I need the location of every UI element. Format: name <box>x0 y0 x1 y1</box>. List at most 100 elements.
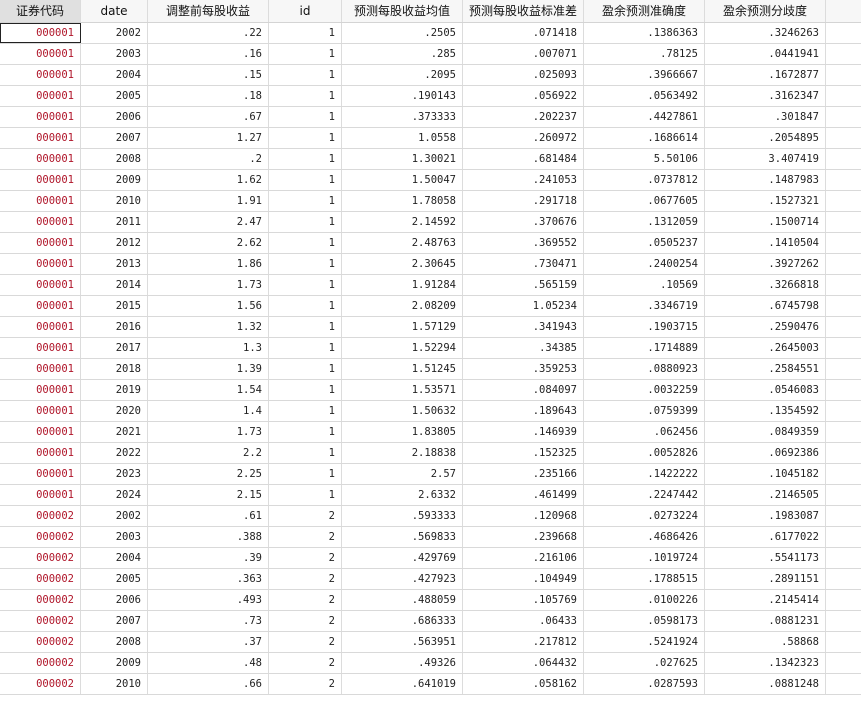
table-row[interactable]: 000001 2013 1.86 1 2.30645.730471.2400254.39… <box>0 254 861 275</box>
column-header-forecast-eps-std[interactable]: 预测每股收益标准差 <box>463 0 584 22</box>
table-cell[interactable]: 1 <box>269 254 342 274</box>
table-cell[interactable]: 1 <box>269 275 342 295</box>
table-cell[interactable]: 2020 <box>81 401 148 421</box>
table-cell[interactable]: .1487983 <box>705 170 826 190</box>
table-cell[interactable]: 1.73 <box>148 422 269 442</box>
table-cell[interactable]: 2.08209 <box>342 296 463 316</box>
table-cell[interactable]: 2012 <box>81 233 148 253</box>
table-cell[interactable]: 000002 <box>0 569 81 589</box>
table-row[interactable]: 000001 2008.2 1 1.30021.681484 5.50106 3.4074… <box>0 149 861 170</box>
table-cell[interactable]: 000001 <box>0 23 81 43</box>
table-cell[interactable]: .2095 <box>342 65 463 85</box>
table-cell[interactable]: 000001 <box>0 233 81 253</box>
table-cell[interactable]: .563951 <box>342 632 463 652</box>
table-cell[interactable]: .1019724 <box>584 548 705 568</box>
table-cell[interactable]: .058162 <box>463 674 584 694</box>
table-cell[interactable]: .190143 <box>342 86 463 106</box>
table-row[interactable]: 000002 2006.493 2.488059.105769.0100226.21… <box>0 590 861 611</box>
table-cell[interactable]: .427923 <box>342 569 463 589</box>
table-cell[interactable]: 1 <box>269 149 342 169</box>
table-cell[interactable]: 000001 <box>0 338 81 358</box>
table-cell[interactable]: .2505 <box>342 23 463 43</box>
table-cell[interactable]: 2013 <box>81 254 148 274</box>
table-cell[interactable]: 000001 <box>0 107 81 127</box>
table-cell[interactable]: 1.51245 <box>342 359 463 379</box>
table-cell[interactable]: .569833 <box>342 527 463 547</box>
table-cell[interactable]: .0598173 <box>584 611 705 631</box>
table-cell[interactable]: .1672877 <box>705 65 826 85</box>
table-cell[interactable]: 2005 <box>81 86 148 106</box>
table-cell[interactable]: 000001 <box>0 485 81 505</box>
table-row[interactable]: 000001 2011 2.47 1 2.14592.370676.1312059.15… <box>0 212 861 233</box>
table-cell[interactable]: 000001 <box>0 128 81 148</box>
table-cell[interactable]: .34385 <box>463 338 584 358</box>
table-cell[interactable]: 000001 <box>0 212 81 232</box>
table-cell[interactable]: .37 <box>148 632 269 652</box>
table-cell[interactable]: 000001 <box>0 65 81 85</box>
table-row[interactable]: 000001 2017 1.3 1 1.52294.34385.1714889.2645… <box>0 338 861 359</box>
table-row[interactable]: 000002 2003.388 2.569833.239668.4686426.61… <box>0 527 861 548</box>
table-cell[interactable]: 1.91 <box>148 191 269 211</box>
table-cell[interactable]: .681484 <box>463 149 584 169</box>
table-cell[interactable]: .071418 <box>463 23 584 43</box>
table-cell[interactable]: 2022 <box>81 443 148 463</box>
table-cell[interactable]: 1.86 <box>148 254 269 274</box>
table-cell[interactable]: .202237 <box>463 107 584 127</box>
table-cell[interactable]: 2010 <box>81 191 148 211</box>
table-row[interactable]: 000001 2012 2.62 1 2.48763.369552.0505237.14… <box>0 233 861 254</box>
table-row[interactable]: 000002 2008.37 2.563951.217812.5241924.588… <box>0 632 861 653</box>
table-cell[interactable]: .0881248 <box>705 674 826 694</box>
table-cell[interactable]: 000001 <box>0 86 81 106</box>
table-cell[interactable]: .0563492 <box>584 86 705 106</box>
table-cell[interactable]: .6177022 <box>705 527 826 547</box>
table-cell[interactable]: .370676 <box>463 212 584 232</box>
table-cell[interactable]: 1.50632 <box>342 401 463 421</box>
table-cell[interactable]: .152325 <box>463 443 584 463</box>
table-cell[interactable]: .341943 <box>463 317 584 337</box>
table-cell[interactable]: .730471 <box>463 254 584 274</box>
table-cell[interactable]: 2019 <box>81 380 148 400</box>
table-cell[interactable]: .1903715 <box>584 317 705 337</box>
table-cell[interactable]: 2003 <box>81 527 148 547</box>
table-cell[interactable]: .084097 <box>463 380 584 400</box>
table-cell[interactable]: .0273224 <box>584 506 705 526</box>
table-cell[interactable]: 3.407419 <box>705 149 826 169</box>
table-cell[interactable]: .1410504 <box>705 233 826 253</box>
table-cell[interactable]: .064432 <box>463 653 584 673</box>
table-cell[interactable]: 000001 <box>0 443 81 463</box>
table-row[interactable]: 000001 2004.15 1.2095.025093.3966667.16728… <box>0 65 861 86</box>
table-cell[interactable]: 1.91284 <box>342 275 463 295</box>
table-cell[interactable]: 000001 <box>0 275 81 295</box>
table-cell[interactable]: .3162347 <box>705 86 826 106</box>
table-cell[interactable]: .67 <box>148 107 269 127</box>
table-cell[interactable]: .0546083 <box>705 380 826 400</box>
table-cell[interactable]: 000001 <box>0 359 81 379</box>
table-cell[interactable]: .0032259 <box>584 380 705 400</box>
table-cell[interactable]: 000002 <box>0 548 81 568</box>
table-cell[interactable]: .488059 <box>342 590 463 610</box>
table-cell[interactable]: .15 <box>148 65 269 85</box>
table-cell[interactable]: 1.0558 <box>342 128 463 148</box>
table-cell[interactable]: 000001 <box>0 464 81 484</box>
table-cell[interactable]: .1386363 <box>584 23 705 43</box>
table-cell[interactable]: .120968 <box>463 506 584 526</box>
table-cell[interactable]: .686333 <box>342 611 463 631</box>
table-cell[interactable]: .1983087 <box>705 506 826 526</box>
table-cell[interactable]: .007071 <box>463 44 584 64</box>
table-cell[interactable]: 000001 <box>0 317 81 337</box>
table-cell[interactable]: 2.15 <box>148 485 269 505</box>
table-cell[interactable]: 000002 <box>0 632 81 652</box>
table-cell[interactable]: 5.50106 <box>584 149 705 169</box>
table-cell[interactable]: 2 <box>269 590 342 610</box>
table-cell[interactable]: .291718 <box>463 191 584 211</box>
table-cell[interactable]: 2002 <box>81 23 148 43</box>
column-header-forecast-dispersion[interactable]: 盈余预测分歧度 <box>705 0 826 22</box>
table-cell[interactable]: 2005 <box>81 569 148 589</box>
table-cell[interactable]: .3346719 <box>584 296 705 316</box>
table-cell[interactable]: .0441941 <box>705 44 826 64</box>
column-header-eps-before-adjustment[interactable]: 调整前每股收益 <box>148 0 269 22</box>
table-cell[interactable]: 1 <box>269 191 342 211</box>
table-row[interactable]: 000001 2019 1.54 1 1.53571.084097.0032259.05… <box>0 380 861 401</box>
table-cell[interactable]: .429769 <box>342 548 463 568</box>
table-row[interactable]: 000001 2003.16 1.285.007071.78125.0441941 <box>0 44 861 65</box>
